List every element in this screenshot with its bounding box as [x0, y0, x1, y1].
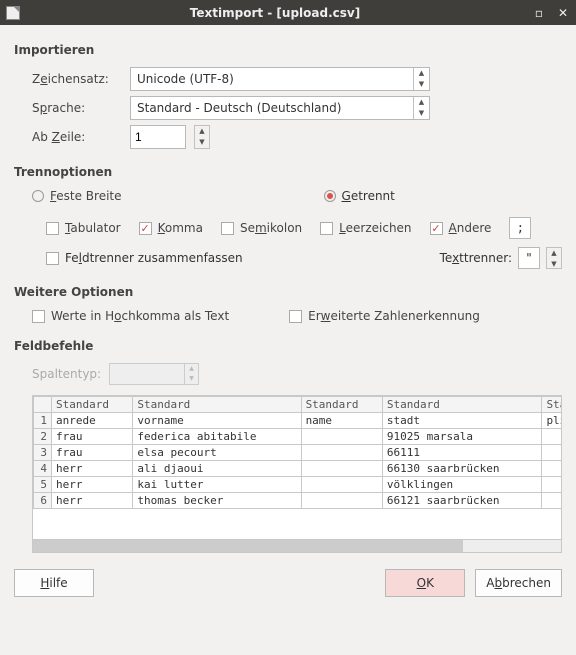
lang-label: Sprache: [32, 101, 122, 115]
texttrenner-input[interactable]: " [518, 247, 540, 269]
cell: 66111 [382, 445, 542, 461]
chk-extnum-label: Erweiterte Zahlenerkennung [308, 309, 480, 323]
lang-combo[interactable]: Standard - Deutsch (Deutschland) ▲▼ [130, 96, 430, 120]
col-head[interactable]: Standard [542, 397, 561, 413]
fromrow-spin[interactable]: ▲▼ [194, 125, 210, 149]
col-head[interactable]: Standard [382, 397, 542, 413]
cell: herr [52, 477, 133, 493]
preview-scroll[interactable]: Standard Standard Standard Standard Stan… [33, 396, 561, 540]
chk-tab-label: Tabulator [65, 221, 121, 235]
cell [301, 477, 382, 493]
radio-separated-label: Getrennt [342, 189, 395, 203]
charset-spin[interactable]: ▲▼ [413, 68, 429, 90]
ok-button[interactable]: OK [385, 569, 465, 597]
minimize-icon[interactable]: ▫ [532, 6, 546, 20]
lang-spin[interactable]: ▲▼ [413, 97, 429, 119]
table-row: 1anredevornamenamestadtplzst [34, 413, 562, 429]
cell: federica abitabile [133, 429, 301, 445]
chk-comma-label: Komma [158, 221, 203, 235]
cell [542, 477, 561, 493]
chk-comma[interactable] [139, 222, 152, 235]
col-head[interactable]: Standard [301, 397, 382, 413]
fromrow-label: Ab Zeile: [32, 130, 122, 144]
cell: 66121 saarbrücken [382, 493, 542, 509]
chk-merge[interactable] [46, 252, 59, 265]
lang-value: Standard - Deutsch (Deutschland) [131, 101, 413, 115]
cell [301, 445, 382, 461]
doc-icon [6, 6, 20, 20]
dialog-content: Importieren Zeichensatz: Unicode (UTF-8)… [0, 25, 576, 607]
chk-semi-label: Semikolon [240, 221, 302, 235]
cell [542, 493, 561, 509]
cell: frau [52, 429, 133, 445]
help-button[interactable]: Hilfe [14, 569, 94, 597]
h-scrollbar[interactable] [33, 540, 561, 553]
col-head[interactable]: Standard [133, 397, 301, 413]
chk-space[interactable] [320, 222, 333, 235]
cell: herr [52, 461, 133, 477]
cell: 66130 saarbrücken [382, 461, 542, 477]
cell [542, 445, 561, 461]
cell [301, 493, 382, 509]
cell: vorname [133, 413, 301, 429]
cell: völklingen [382, 477, 542, 493]
fromrow-field[interactable] [131, 130, 167, 144]
cancel-button[interactable]: Abbrechen [475, 569, 562, 597]
chk-merge-label: Feldtrenner zusammenfassen [65, 251, 243, 265]
chk-other[interactable] [430, 222, 443, 235]
charset-combo[interactable]: Unicode (UTF-8) ▲▼ [130, 67, 430, 91]
preview-table: Standard Standard Standard Standard Stan… [33, 396, 561, 509]
preview-area: Standard Standard Standard Standard Stan… [32, 395, 562, 553]
table-row: 3frauelsa pecourt66111 [34, 445, 562, 461]
radio-fixed[interactable] [32, 190, 44, 202]
preview-header-row: Standard Standard Standard Standard Stan… [34, 397, 562, 413]
chk-tab[interactable] [46, 222, 59, 235]
table-row: 4herrali djaoui66130 saarbrückenel [34, 461, 562, 477]
cell: frau [52, 445, 133, 461]
table-row: 5herrkai luttervölklingen [34, 477, 562, 493]
window-title: Textimport - [upload.csv] [28, 6, 522, 20]
cell: herr [52, 493, 133, 509]
cell: anrede [52, 413, 133, 429]
charset-label: Zeichensatz: [32, 72, 122, 86]
chk-semi[interactable] [221, 222, 234, 235]
cell [542, 429, 561, 445]
coltype-label: Spaltentyp: [32, 367, 101, 381]
texttrenner-spin[interactable]: ▲▼ [546, 247, 562, 269]
other-char-input[interactable]: ; [509, 217, 531, 239]
cell: name [301, 413, 382, 429]
cell [301, 429, 382, 445]
chk-space-label: Leerzeichen [339, 221, 411, 235]
section-more: Weitere Optionen [14, 285, 562, 299]
chk-extnum[interactable] [289, 310, 302, 323]
cell: stadt [382, 413, 542, 429]
cell [542, 461, 561, 477]
chk-quoted-label: Werte in Hochkomma als Text [51, 309, 229, 323]
cell: ali djaoui [133, 461, 301, 477]
chk-other-label: Andere [449, 221, 492, 235]
chk-quoted[interactable] [32, 310, 45, 323]
texttrenner-label: Texttrenner: [440, 251, 512, 265]
cell: elsa pecourt [133, 445, 301, 461]
table-row: 2fraufederica abitabile91025 marsalama [34, 429, 562, 445]
cell: thomas becker [133, 493, 301, 509]
table-row: 6herrthomas becker66121 saarbrückengr [34, 493, 562, 509]
cell: kai lutter [133, 477, 301, 493]
fromrow-input[interactable] [130, 125, 186, 149]
cell: plz [542, 413, 561, 429]
charset-value: Unicode (UTF-8) [131, 72, 413, 86]
radio-fixed-label: Feste Breite [50, 189, 122, 203]
radio-separated[interactable] [324, 190, 336, 202]
cell [301, 461, 382, 477]
titlebar: Textimport - [upload.csv] ▫ ✕ [0, 0, 576, 25]
section-import: Importieren [14, 43, 562, 57]
section-fields: Feldbefehle [14, 339, 562, 353]
coltype-combo: ▲▼ [109, 363, 199, 385]
col-head[interactable]: Standard [52, 397, 133, 413]
cell: 91025 marsala [382, 429, 542, 445]
close-icon[interactable]: ✕ [556, 6, 570, 20]
section-sep: Trennoptionen [14, 165, 562, 179]
